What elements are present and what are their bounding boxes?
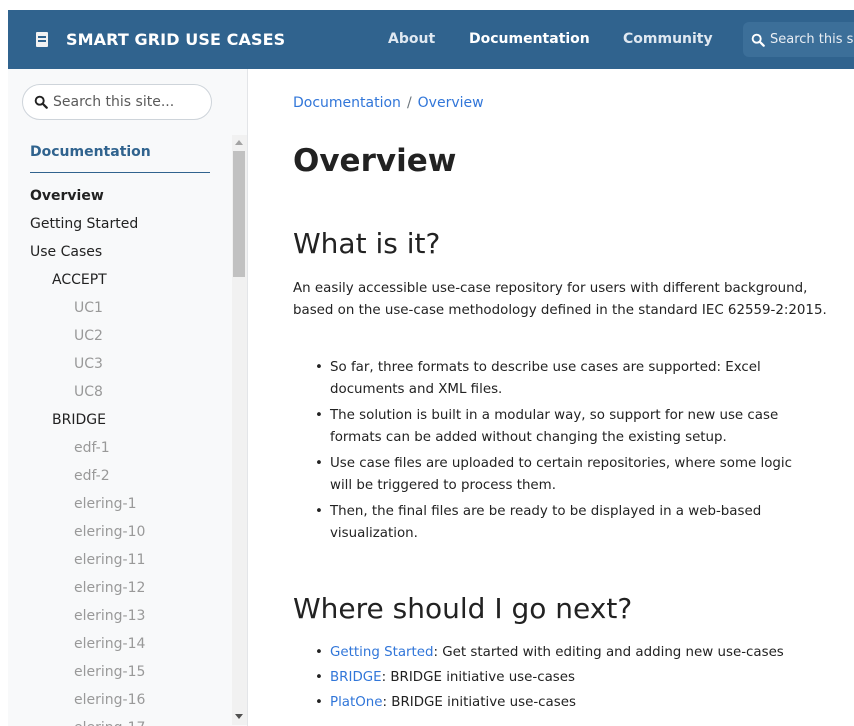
sidebar-section-title[interactable]: Documentation — [30, 144, 151, 160]
sidebar: Documentation Overview Getting Started U… — [8, 69, 248, 726]
search-icon — [34, 95, 48, 109]
sidebar-item-uc2[interactable]: UC2 — [74, 328, 103, 344]
nav-link-documentation[interactable]: Documentation — [469, 10, 590, 69]
breadcrumb-separator: / — [406, 95, 412, 111]
sidebar-item-elering-13[interactable]: elering-13 — [74, 608, 145, 624]
section-heading-next: Where should I go next? — [293, 592, 633, 625]
link-bridge[interactable]: BRIDGE — [330, 670, 382, 685]
intro-paragraph: An easily accessible use-case repository… — [293, 281, 827, 318]
next-links-list: Getting Started: Get started with editin… — [315, 642, 795, 717]
feature-list: So far, three formats to describe use ca… — [315, 357, 795, 549]
breadcrumb: Documentation / Overview — [293, 95, 484, 111]
breadcrumb-overview[interactable]: Overview — [418, 95, 484, 111]
list-item: Use case files are uploaded to certain r… — [315, 453, 795, 497]
breadcrumb-documentation[interactable]: Documentation — [293, 95, 401, 111]
scroll-down-arrow-icon[interactable] — [235, 714, 243, 719]
sidebar-item-getting-started[interactable]: Getting Started — [30, 216, 138, 232]
sidebar-item-overview[interactable]: Overview — [30, 188, 104, 204]
link-getting-started[interactable]: Getting Started — [330, 645, 434, 660]
sidebar-item-elering-17[interactable]: elering-17 — [74, 720, 145, 726]
link-description: : BRIDGE initiative use-cases — [381, 670, 575, 685]
link-platone[interactable]: PlatOne — [330, 695, 383, 710]
section-heading-what-is-it: What is it? — [293, 227, 441, 260]
scroll-up-arrow-icon[interactable] — [235, 140, 243, 145]
list-item: PlatOne: BRIDGE initiative use-cases — [315, 692, 795, 714]
sidebar-item-accept[interactable]: ACCEPT — [52, 272, 107, 288]
sidebar-item-elering-10[interactable]: elering-10 — [74, 524, 145, 540]
list-item: BRIDGE: BRIDGE initiative use-cases — [315, 667, 795, 689]
sidebar-item-bridge[interactable]: BRIDGE — [52, 412, 106, 428]
sidebar-item-use-cases[interactable]: Use Cases — [30, 244, 102, 260]
page-title: Overview — [293, 143, 457, 179]
sidebar-nav: Documentation Overview Getting Started U… — [8, 136, 233, 726]
link-description: : BRIDGE initiative use-cases — [382, 695, 576, 710]
list-item: Then, the final files are be ready to be… — [315, 501, 795, 545]
top-navbar: SMART GRID USE CASES About Documentation… — [8, 10, 854, 69]
sidebar-item-elering-15[interactable]: elering-15 — [74, 664, 145, 680]
sidebar-search-input[interactable] — [48, 94, 203, 110]
sidebar-item-elering-14[interactable]: elering-14 — [74, 636, 145, 652]
navbar-search-input[interactable] — [765, 32, 854, 47]
sidebar-item-uc8[interactable]: UC8 — [74, 384, 103, 400]
scrollbar-thumb[interactable] — [233, 151, 245, 277]
sidebar-item-edf-1[interactable]: edf-1 — [74, 440, 110, 456]
sidebar-scrollbar[interactable] — [232, 135, 247, 725]
sidebar-item-uc3[interactable]: UC3 — [74, 356, 103, 372]
sidebar-search[interactable] — [22, 84, 212, 120]
list-item: The solution is built in a modular way, … — [315, 405, 795, 449]
brand-link[interactable]: SMART GRID USE CASES — [36, 10, 285, 69]
sidebar-item-edf-2[interactable]: edf-2 — [74, 468, 110, 484]
list-item: So far, three formats to describe use ca… — [315, 357, 795, 401]
sidebar-item-elering-16[interactable]: elering-16 — [74, 692, 145, 708]
brand-title: SMART GRID USE CASES — [66, 30, 286, 49]
nav-link-community[interactable]: Community — [623, 10, 713, 69]
link-description: : Get started with editing and adding ne… — [433, 645, 784, 660]
list-item: Getting Started: Get started with editin… — [315, 642, 795, 664]
navbar-search[interactable] — [743, 22, 854, 57]
nav-link-about[interactable]: About — [388, 10, 435, 69]
section-divider — [30, 172, 210, 173]
sidebar-item-elering-12[interactable]: elering-12 — [74, 580, 145, 596]
search-icon — [751, 33, 765, 47]
document-icon — [36, 32, 48, 47]
sidebar-item-uc1[interactable]: UC1 — [74, 300, 103, 316]
sidebar-item-elering-1[interactable]: elering-1 — [74, 496, 136, 512]
sidebar-item-elering-11[interactable]: elering-11 — [74, 552, 145, 568]
